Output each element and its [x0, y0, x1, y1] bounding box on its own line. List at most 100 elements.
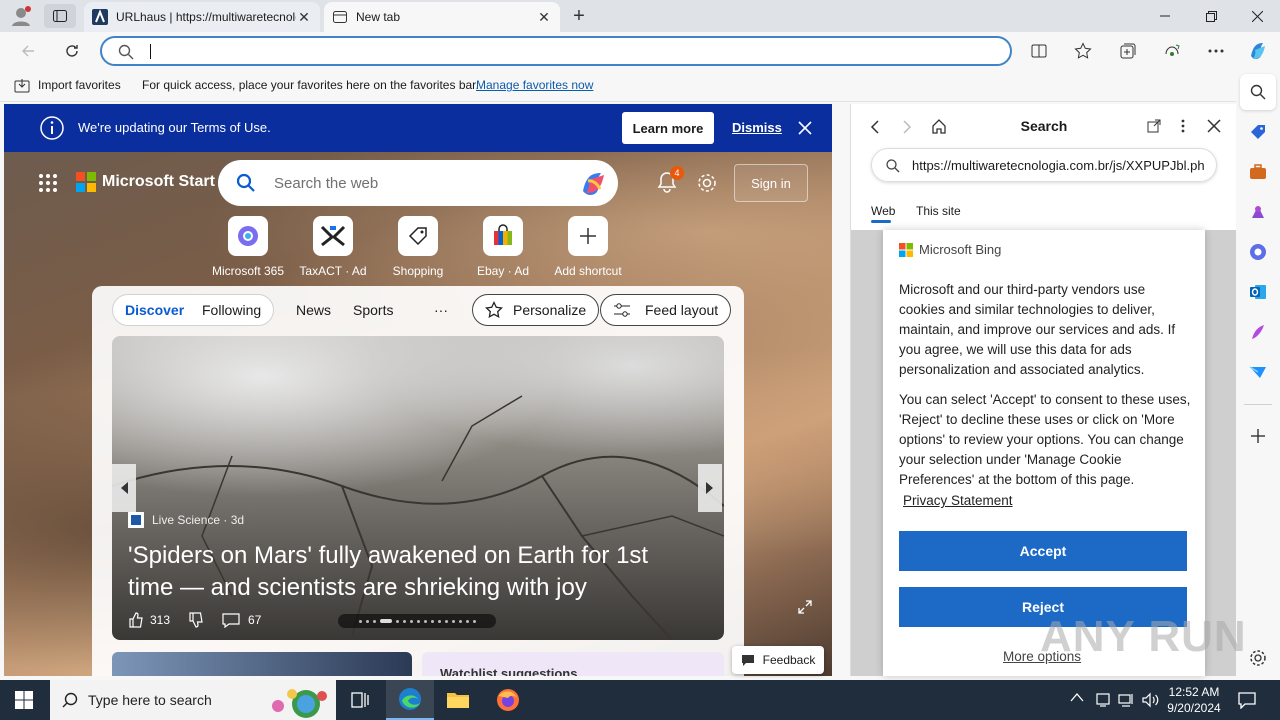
microsoft-365-rail-icon[interactable] — [1246, 240, 1270, 264]
close-side-panel-icon[interactable] — [1207, 119, 1221, 133]
outlook-icon[interactable] — [1246, 280, 1270, 304]
copilot-icon[interactable] — [1242, 35, 1274, 67]
feed-layout-button[interactable]: Feed layout — [600, 294, 732, 326]
sign-in-button[interactable]: Sign in — [734, 164, 808, 202]
article-source: Live Science · 3d — [128, 512, 244, 528]
brand-name: Microsoft Start — [102, 173, 215, 190]
feedback-button[interactable]: Feedback — [732, 646, 824, 674]
cookie-consent-dialog: Microsoft Bing Microsoft and our third-p… — [883, 230, 1205, 676]
network-icon[interactable] — [1118, 692, 1134, 708]
designer-icon[interactable] — [1246, 320, 1270, 344]
system-clock[interactable]: 12:52 AM 9/20/2024 — [1164, 684, 1224, 716]
search-icon — [62, 692, 78, 708]
ebay-icon — [483, 216, 523, 256]
dismiss-link[interactable]: Dismiss — [732, 120, 782, 135]
urlhaus-favicon-icon — [92, 9, 108, 25]
edge-taskbar-icon[interactable] — [386, 680, 434, 720]
rail-search-icon[interactable] — [1240, 74, 1276, 110]
volume-icon[interactable] — [1142, 692, 1160, 708]
import-favorites-button[interactable]: Import favorites — [38, 78, 121, 92]
refresh-icon[interactable] — [56, 35, 88, 67]
file-explorer-icon[interactable] — [434, 680, 482, 720]
drop-icon[interactable] — [1246, 360, 1270, 384]
shortcut-taxact[interactable]: TaxACT · Ad — [291, 216, 375, 278]
firefox-icon[interactable] — [484, 680, 532, 720]
accept-button[interactable]: Accept — [899, 531, 1187, 571]
minimize-icon[interactable] — [1142, 0, 1188, 32]
tray-overflow-chevron-icon[interactable] — [1070, 692, 1084, 702]
apps-grid-icon[interactable] — [38, 173, 58, 193]
back-icon[interactable] — [12, 35, 44, 67]
address-bar[interactable] — [100, 36, 1012, 66]
restore-icon[interactable] — [1188, 0, 1234, 32]
shortcut-label: TaxACT · Ad — [299, 264, 367, 278]
close-tab-icon[interactable]: ✕ — [296, 9, 312, 25]
favorites-star-icon[interactable] — [1067, 35, 1099, 67]
copilot-search-icon[interactable] — [578, 169, 608, 197]
collections-icon[interactable] — [1112, 35, 1144, 67]
tray-device-icon[interactable] — [1095, 692, 1111, 708]
manage-favorites-link[interactable]: Manage favorites now — [476, 78, 593, 92]
hero-article[interactable]: Live Science · 3d 'Spiders on Mars' full… — [112, 336, 724, 640]
taskbar-search-box[interactable]: Type here to search — [50, 680, 336, 720]
learn-more-button[interactable]: Learn more — [622, 112, 714, 144]
tab-discover[interactable]: Discover — [125, 294, 184, 326]
split-screen-icon[interactable] — [1023, 35, 1055, 67]
tab-new-tab[interactable]: New tab ✕ — [324, 2, 560, 32]
notifications-bell-icon[interactable]: 4 — [656, 166, 684, 194]
tab-more[interactable]: ··· — [434, 294, 448, 326]
tab-urlhaus[interactable]: URLhaus | https://multiwaretecnologia.co… — [84, 2, 320, 32]
like-icon[interactable] — [128, 612, 144, 628]
open-in-new-tab-icon[interactable] — [1147, 119, 1161, 133]
tab-this-site[interactable]: This site — [916, 204, 961, 218]
tab-web[interactable]: Web — [871, 204, 895, 218]
favorites-hint: For quick access, place your favorites h… — [142, 78, 479, 92]
article-headline[interactable]: 'Spiders on Mars' fully awakened on Eart… — [128, 540, 688, 604]
tab-news[interactable]: News — [296, 294, 331, 326]
windows-start-icon[interactable] — [0, 680, 48, 720]
next-arrow-icon[interactable] — [698, 464, 722, 512]
tab-strip: URLhaus | https://multiwaretecnologia.co… — [0, 0, 1280, 32]
next-article-image[interactable] — [112, 652, 412, 676]
microsoft-start-logo[interactable]: Microsoft Start — [76, 172, 215, 192]
games-icon[interactable] — [1246, 200, 1270, 224]
close-banner-icon[interactable] — [798, 121, 812, 135]
performance-icon[interactable] — [1156, 35, 1188, 67]
taskbar-search-placeholder: Type here to search — [88, 692, 212, 708]
shortcut-shopping[interactable]: Shopping — [376, 216, 460, 278]
more-menu-icon[interactable] — [1200, 35, 1232, 67]
carousel-indicator[interactable] — [338, 614, 496, 628]
task-view-icon[interactable] — [336, 680, 384, 720]
new-tab-page: We're updating our Terms of Use. Learn m… — [4, 104, 832, 676]
web-search-box[interactable]: Search the web — [218, 160, 618, 206]
close-window-icon[interactable] — [1234, 0, 1280, 32]
side-search-field[interactable]: https://multiwaretecnologia.com.br/js/XX… — [871, 148, 1217, 182]
add-shortcut-button[interactable]: Add shortcut — [546, 216, 630, 278]
fullscreen-icon[interactable] — [798, 600, 812, 614]
info-icon — [40, 116, 64, 140]
shortcut-microsoft-365[interactable]: Microsoft 365 — [206, 216, 290, 278]
previous-arrow-icon[interactable] — [112, 464, 136, 512]
active-tab-indicator — [871, 220, 891, 223]
personalize-button[interactable]: Personalize — [472, 294, 600, 326]
profile-icon[interactable] — [10, 5, 32, 27]
watchlist-card[interactable]: Watchlist suggestions — [422, 652, 724, 676]
shortcut-label: Ebay · Ad — [476, 264, 530, 278]
bing-logo: Microsoft Bing — [899, 242, 1001, 257]
tools-briefcase-icon[interactable] — [1246, 160, 1270, 184]
close-tab-icon[interactable]: ✕ — [536, 9, 552, 25]
add-rail-plus-icon[interactable] — [1246, 424, 1270, 448]
shopping-tag-icon[interactable] — [1246, 120, 1270, 144]
shortcut-ebay[interactable]: Ebay · Ad — [461, 216, 545, 278]
comment-icon[interactable] — [222, 612, 240, 628]
privacy-statement-link[interactable]: Privacy Statement — [903, 493, 1013, 508]
dislike-icon[interactable] — [188, 612, 204, 628]
side-more-icon[interactable] — [1181, 119, 1185, 133]
tab-following[interactable]: Following — [202, 294, 261, 326]
tab-actions-icon[interactable] — [44, 4, 76, 28]
new-tab-plus-icon[interactable]: + — [566, 5, 592, 27]
tab-sports[interactable]: Sports — [353, 294, 393, 326]
settings-gear-icon[interactable] — [696, 172, 718, 194]
rail-settings-gear-icon[interactable] — [1246, 646, 1270, 670]
notification-center-icon[interactable] — [1238, 691, 1256, 709]
